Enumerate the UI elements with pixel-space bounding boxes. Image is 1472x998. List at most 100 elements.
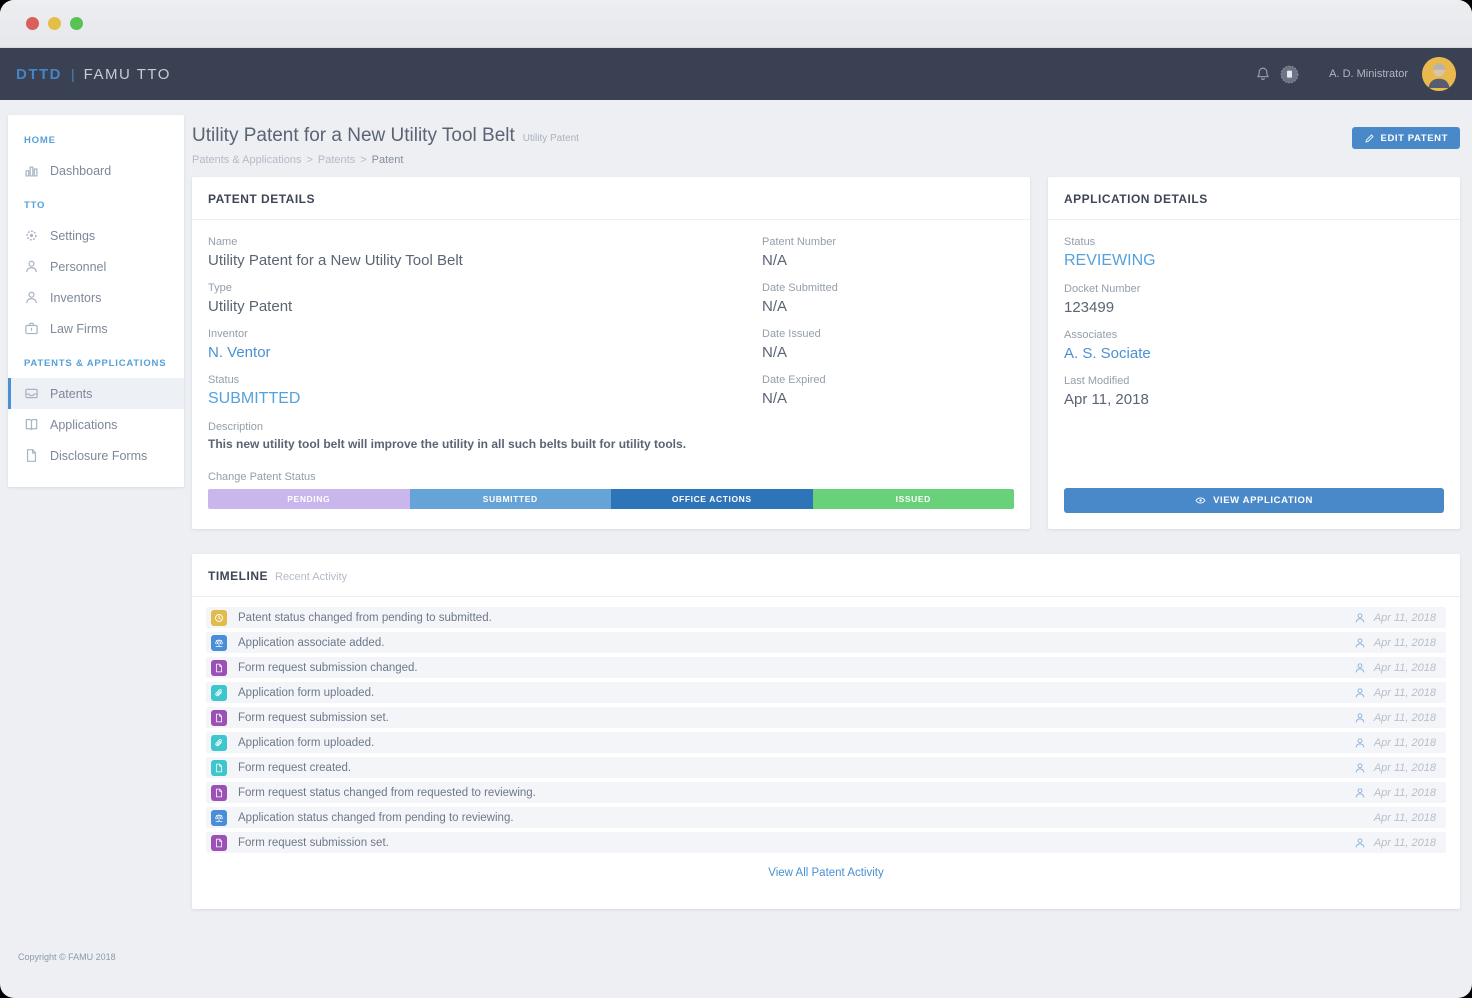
sidebar-item-personnel[interactable]: Personnel	[8, 251, 184, 282]
field-value-date-expired: N/A	[762, 390, 1014, 407]
breadcrumb-item-patents-applications[interactable]: Patents & Applications	[192, 154, 301, 166]
application-fields: StatusREVIEWINGDocket Number123499Associ…	[1064, 236, 1444, 421]
field-value-name: Utility Patent for a New Utility Tool Be…	[208, 252, 762, 269]
user-icon	[1354, 837, 1366, 849]
edit-patent-button[interactable]: EDIT PATENT	[1352, 127, 1460, 149]
timeline-date: Apr 11, 2018	[1372, 662, 1436, 674]
field-date-expired: Date Expired N/A	[762, 374, 1014, 407]
close-window-button[interactable]	[26, 17, 39, 30]
timeline-row: Form request submission set. Apr 11, 2018	[206, 707, 1446, 728]
person-icon	[24, 259, 39, 274]
user-icon	[1354, 662, 1366, 674]
timeline-meta: Apr 11, 2018	[1354, 737, 1436, 749]
field-label: Date Expired	[762, 374, 1014, 386]
sidebar-item-label: Personnel	[50, 260, 106, 274]
navbar-right: A. D. Ministrator	[1255, 57, 1456, 91]
patent-fields-right: Patent NumberN/ADate SubmittedN/ADate Is…	[762, 236, 1014, 464]
field-value-status: REVIEWING	[1064, 252, 1444, 270]
user-icon	[1354, 787, 1366, 799]
field-label: Inventor	[208, 328, 762, 340]
timeline-date: Apr 11, 2018	[1372, 612, 1436, 624]
timeline-date: Apr 11, 2018	[1372, 812, 1436, 824]
form-icon	[211, 785, 227, 801]
page-title-tag: Utility Patent	[523, 133, 579, 144]
briefcase-icon	[24, 321, 39, 336]
paperclip-icon	[211, 735, 227, 751]
zoom-window-button[interactable]	[70, 17, 83, 30]
brand-separator: |	[71, 66, 75, 82]
field-status: StatusSUBMITTED	[208, 374, 762, 408]
timeline-meta: Apr 11, 2018	[1372, 812, 1436, 824]
breadcrumb-item-patent: Patent	[372, 154, 404, 166]
sidebar-item-settings[interactable]: Settings	[8, 220, 184, 251]
timeline-row: Form request created.Apr 11, 2018	[206, 757, 1446, 778]
copyright-footer: Copyright © FAMU 2018	[18, 952, 116, 962]
user-icon	[1354, 737, 1366, 749]
application-details-header: APPLICATION DETAILS	[1048, 177, 1460, 220]
status-segment-issued[interactable]: ISSUED	[813, 489, 1015, 509]
timeline-date: Apr 11, 2018	[1372, 787, 1436, 799]
breadcrumb-separator: >	[360, 154, 366, 166]
field-value-inventor[interactable]: N. Ventor	[208, 344, 762, 361]
timeline-title: TIMELINE	[208, 569, 268, 583]
user-name[interactable]: A. D. Ministrator	[1329, 68, 1408, 80]
sidebar-item-label: Law Firms	[50, 322, 108, 336]
patent-details-header: PATENT DETAILS	[192, 177, 1030, 220]
field-value-status: SUBMITTED	[208, 390, 762, 408]
field-label: Status	[1064, 236, 1444, 248]
minimize-window-button[interactable]	[48, 17, 61, 30]
sidebar-item-applications[interactable]: Applications	[8, 409, 184, 440]
app-window: DTTD | FAMU TTO A. D. Ministrator HOMEDa…	[0, 0, 1472, 998]
sidebar-item-disclosure-forms[interactable]: Disclosure Forms	[8, 440, 184, 471]
sidebar-item-patents[interactable]: Patents	[8, 378, 184, 409]
sidebar-item-inventors[interactable]: Inventors	[8, 282, 184, 313]
timeline-meta: Apr 11, 2018	[1354, 712, 1436, 724]
bell-icon[interactable]	[1255, 66, 1271, 82]
field-label: Date Issued	[762, 328, 1014, 340]
brand-secondary: FAMU TTO	[84, 66, 171, 83]
inbox-icon	[24, 386, 39, 401]
timeline-event-text: Application form uploaded.	[238, 687, 374, 699]
timeline-event-text: Form request status changed from request…	[238, 787, 536, 799]
field-label: Last Modified	[1064, 375, 1444, 387]
timeline-event-text: Form request submission changed.	[238, 662, 418, 674]
change-patent-status: Change Patent Status PENDINGSUBMITTEDOFF…	[208, 471, 1014, 509]
sidebar-item-dashboard[interactable]: Dashboard	[8, 155, 184, 186]
breadcrumb-item-patents[interactable]: Patents	[318, 154, 355, 166]
sidebar: HOMEDashboardTTO Settings Personnel Invento…	[8, 115, 184, 487]
field-value-docket-number: 123499	[1064, 299, 1444, 316]
timeline-event-text: Patent status changed from pending to su…	[238, 612, 492, 624]
user-icon	[1354, 612, 1366, 624]
patent-status-bar: PENDINGSUBMITTEDOFFICE ACTIONSISSUED	[208, 489, 1014, 509]
status-segment-submitted[interactable]: SUBMITTED	[410, 489, 612, 509]
page-title: Utility Patent for a New Utility Tool Be…	[192, 125, 515, 147]
content-area: HOMEDashboardTTO Settings Personnel Invento…	[0, 100, 1472, 998]
sidebar-item-label: Settings	[50, 229, 95, 243]
document-icon	[24, 448, 39, 463]
sidebar-section-label: HOME	[8, 121, 184, 155]
user-avatar[interactable]	[1422, 57, 1456, 91]
timeline-row: Application associate added.Apr 11, 2018	[206, 632, 1446, 653]
breadcrumb: Patents & Applications>Patents>Patent	[192, 154, 1460, 166]
page-header: Utility Patent for a New Utility Tool Be…	[192, 125, 1460, 166]
status-segment-office-actions[interactable]: OFFICE ACTIONS	[611, 489, 813, 509]
status-segment-pending[interactable]: PENDING	[208, 489, 410, 509]
timeline-header: TIMELINERecent Activity	[192, 554, 1460, 597]
sidebar-section-label: TTO	[8, 186, 184, 220]
view-all-patent-activity-link[interactable]: View All Patent Activity	[192, 867, 1460, 879]
brand-logo[interactable]: DTTD	[16, 66, 62, 83]
timeline-date: Apr 11, 2018	[1372, 737, 1436, 749]
field-inventor: Inventor N. Ventor	[208, 328, 762, 361]
field-value-associates[interactable]: A. S. Sociate	[1064, 345, 1444, 362]
timeline-row: Form request status changed from request…	[206, 782, 1446, 803]
sidebar-item-law-firms[interactable]: Law Firms	[8, 313, 184, 344]
sidebar-item-label: Applications	[50, 418, 117, 432]
timeline-date: Apr 11, 2018	[1372, 712, 1436, 724]
form-icon	[211, 660, 227, 676]
timeline-event-text: Form request submission set.	[238, 837, 389, 849]
notification-badge-icon[interactable]	[1280, 65, 1299, 84]
timeline-event-text: Form request submission set.	[238, 712, 389, 724]
view-application-button[interactable]: VIEW APPLICATION	[1064, 488, 1444, 513]
timeline-meta: Apr 11, 2018	[1354, 637, 1436, 649]
timeline-date: Apr 11, 2018	[1372, 687, 1436, 699]
